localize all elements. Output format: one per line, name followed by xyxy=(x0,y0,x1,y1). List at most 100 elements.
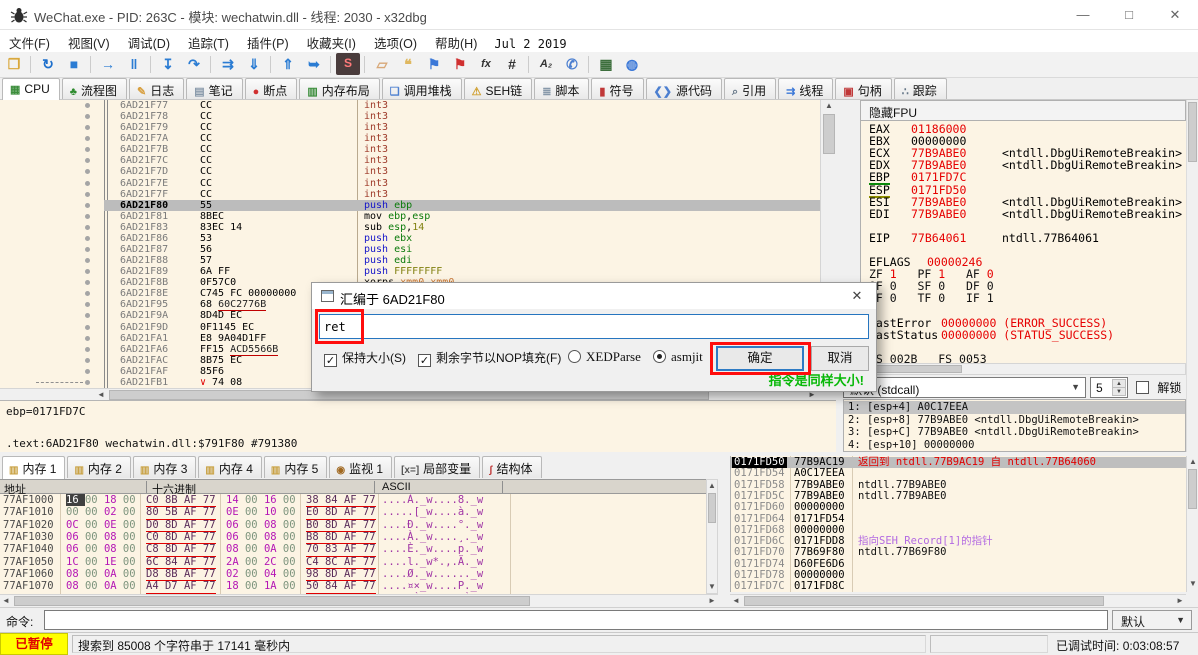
breakpoint-dot-icon[interactable] xyxy=(85,291,90,296)
register-row[interactable]: LastError00000000 (ERROR_SUCCESS) xyxy=(861,317,1186,329)
breakpoint-dot-icon[interactable] xyxy=(85,358,90,363)
scroll-thumb[interactable] xyxy=(823,114,835,154)
comment-icon[interactable]: ❝ xyxy=(396,53,420,75)
dump-tab-mem5[interactable]: ▥内存 5 xyxy=(264,456,327,478)
tab-references[interactable]: ⌕引用 xyxy=(724,78,776,99)
minimize-button[interactable]: — xyxy=(1060,0,1106,30)
breakpoint-dot-icon[interactable] xyxy=(85,347,90,352)
disasm-row[interactable]: 6AD21F8383EC 14sub esp,14 xyxy=(0,222,820,233)
patch-icon[interactable]: ▱ xyxy=(370,53,394,75)
hide-fpu-button[interactable]: 隐藏FPU xyxy=(860,100,1186,121)
assemble-instruction-input[interactable] xyxy=(319,314,869,339)
tab-seh[interactable]: ⚠SEH链 xyxy=(464,78,533,99)
stack-horizontal-scrollbar[interactable]: ◄ ► xyxy=(730,594,1186,606)
breakpoint-dot-icon[interactable] xyxy=(85,247,90,252)
stack-panel[interactable]: 0171FD5077B9AC19返回到 ntdll.77B9AC19 自 ntd… xyxy=(730,456,1186,592)
scroll-up-arrow[interactable]: ▲ xyxy=(1187,456,1198,468)
close-button[interactable]: ✕ xyxy=(1152,0,1198,30)
dump-row[interactable]: 77AF10200C 00 0E 00D0 8D AF 7706 00 08 0… xyxy=(0,519,706,531)
animate-into-icon[interactable]: ⇉ xyxy=(216,53,240,75)
tab-memory-map[interactable]: ▥内存布局 xyxy=(299,78,379,99)
breakpoint-dot-icon[interactable] xyxy=(85,192,90,197)
header-divider[interactable] xyxy=(374,481,375,493)
register-row[interactable]: EBP0171FD7C xyxy=(861,171,1186,183)
scroll-left-arrow[interactable]: ◄ xyxy=(730,595,742,607)
disasm-row[interactable]: 6AD21F7CCCint3 xyxy=(0,155,820,166)
scroll-up-arrow[interactable]: ▲ xyxy=(823,100,835,112)
disasm-row[interactable]: 6AD21F7ACCint3 xyxy=(0,133,820,144)
script-s-icon[interactable]: S xyxy=(336,53,360,75)
dump-row[interactable]: 77AF103006 00 08 00C0 8D AF 7706 00 08 0… xyxy=(0,531,706,543)
breakpoint-dot-icon[interactable] xyxy=(85,313,90,318)
register-row[interactable]: EDI77B9ABE0<ntdll.DbgUiRemoteBreakin> xyxy=(861,208,1186,220)
scroll-thumb[interactable] xyxy=(862,365,962,373)
checkbox-box[interactable]: ✓ xyxy=(418,354,431,367)
registers-horizontal-scrollbar[interactable] xyxy=(860,363,1186,375)
disasm-row[interactable]: 6AD21F8756push esi xyxy=(0,244,820,255)
breakpoint-dot-icon[interactable] xyxy=(85,114,90,119)
breakpoint-dot-icon[interactable] xyxy=(85,280,90,285)
scroll-thumb[interactable] xyxy=(14,596,530,606)
tab-notes[interactable]: ▤笔记 xyxy=(186,78,242,99)
tab-source[interactable]: ❮❯源代码 xyxy=(646,78,722,99)
breakpoint-dot-icon[interactable] xyxy=(85,336,90,341)
disasm-row[interactable]: 6AD21F818BECmov ebp,esp xyxy=(0,211,820,222)
scroll-up-arrow[interactable]: ▲ xyxy=(706,480,718,492)
scroll-thumb[interactable] xyxy=(744,596,1104,606)
dialog-close-icon[interactable]: ✕ xyxy=(842,283,872,309)
dialog-title-bar[interactable]: 汇编于 6AD21F80 ✕ xyxy=(312,283,876,309)
calling-convention-select[interactable]: 默认 (stdcall) ▼ xyxy=(843,377,1086,398)
stack-row[interactable]: 0171FD7C0171FD8C xyxy=(731,581,1186,592)
argument-row[interactable]: 2: [esp+8] 77B9ABE0 <ntdll.DbgUiRemoteBr… xyxy=(844,414,1186,427)
registers-vertical-scrollbar[interactable] xyxy=(1186,100,1198,452)
disasm-row[interactable]: 6AD21F8653push ebx xyxy=(0,233,820,244)
disasm-row[interactable]: 6AD21F7FCCint3 xyxy=(0,189,820,200)
text-a2-icon[interactable]: A₂ xyxy=(534,53,558,75)
breakpoint-dot-icon[interactable] xyxy=(85,325,90,330)
disasm-row[interactable]: 6AD21F7DCCint3 xyxy=(0,166,820,177)
globe-icon[interactable]: ◍ xyxy=(620,53,644,75)
scroll-thumb[interactable] xyxy=(708,493,716,523)
dump-tab-mem2[interactable]: ▥内存 2 xyxy=(67,456,130,478)
memory-dump-panel[interactable]: 77AF100016 00 18 00C0 8B AF 7714 00 16 0… xyxy=(0,494,706,594)
tab-threads[interactable]: ⇉线程 xyxy=(778,78,833,99)
dump-row[interactable]: 77AF104006 00 08 00C8 8D AF 7708 00 0A 0… xyxy=(0,543,706,555)
tab-symbols[interactable]: ▮符号 xyxy=(591,78,643,99)
dump-row[interactable]: 77AF101000 00 02 0080 5B AF 770E 00 10 0… xyxy=(0,506,706,518)
dump-tab-mem3[interactable]: ▥内存 3 xyxy=(133,456,196,478)
unlock-checkbox[interactable]: 解锁 xyxy=(1136,379,1181,396)
disasm-row[interactable]: 6AD21F7ECCint3 xyxy=(0,178,820,189)
calculator-icon[interactable]: ▦ xyxy=(594,53,618,75)
open-file-icon[interactable]: ❒ xyxy=(2,53,26,75)
function-icon[interactable]: fx xyxy=(474,53,498,75)
breakpoint-dot-icon[interactable] xyxy=(85,258,90,263)
register-row[interactable]: EIP77B64061ntdll.77B64061 xyxy=(861,232,1186,244)
breakpoint-dot-icon[interactable] xyxy=(85,369,90,374)
tab-trace[interactable]: ∴跟踪 xyxy=(894,78,947,99)
breakpoint-dot-icon[interactable] xyxy=(85,236,90,241)
tab-handles[interactable]: ▣句柄 xyxy=(835,78,891,99)
breakpoint-dot-icon[interactable] xyxy=(85,269,90,274)
dump-tab-struct[interactable]: ʃ结构体 xyxy=(482,456,541,478)
disasm-row[interactable]: 6AD21F7BCCint3 xyxy=(0,144,820,155)
header-divider[interactable] xyxy=(146,481,147,493)
dialog-checkbox-0[interactable]: ✓保持大小(S) xyxy=(324,349,406,367)
dump-row[interactable]: 77AF10501C 00 1E 006C 84 AF 772A 00 2C 0… xyxy=(0,556,706,568)
breakpoint-dot-icon[interactable] xyxy=(85,103,90,108)
scroll-down-arrow[interactable]: ▼ xyxy=(1187,578,1198,590)
stepper-down-icon[interactable]: ▼ xyxy=(1112,387,1126,396)
modules-phone-icon[interactable]: ✆ xyxy=(560,53,584,75)
dump-row[interactable]: 77AF107008 00 0A 00A4 D7 AF 7718 00 1A 0… xyxy=(0,580,706,592)
breakpoint-dot-icon[interactable] xyxy=(85,158,90,163)
arguments-panel[interactable]: 1: [esp+4] A0C17EEA2: [esp+8] 77B9ABE0 <… xyxy=(843,399,1186,452)
checkbox-box[interactable] xyxy=(1136,381,1149,394)
radio-circle[interactable] xyxy=(653,350,666,363)
scroll-right-arrow[interactable]: ► xyxy=(1174,595,1186,607)
dialog-checkbox-1[interactable]: ✓剩余字节以NOP填充(F) xyxy=(418,349,561,367)
step-down-icon[interactable]: ⇓ xyxy=(242,53,266,75)
argument-row[interactable]: 1: [esp+4] A0C17EEA xyxy=(844,401,1186,414)
execute-till-return-icon[interactable]: ⇑ xyxy=(276,53,300,75)
dump-tab-locals[interactable]: [x=]局部变量 xyxy=(394,456,480,478)
dump-vertical-scrollbar[interactable]: ▲ ▼ xyxy=(706,479,718,594)
breakpoint-dot-icon[interactable] xyxy=(85,214,90,219)
